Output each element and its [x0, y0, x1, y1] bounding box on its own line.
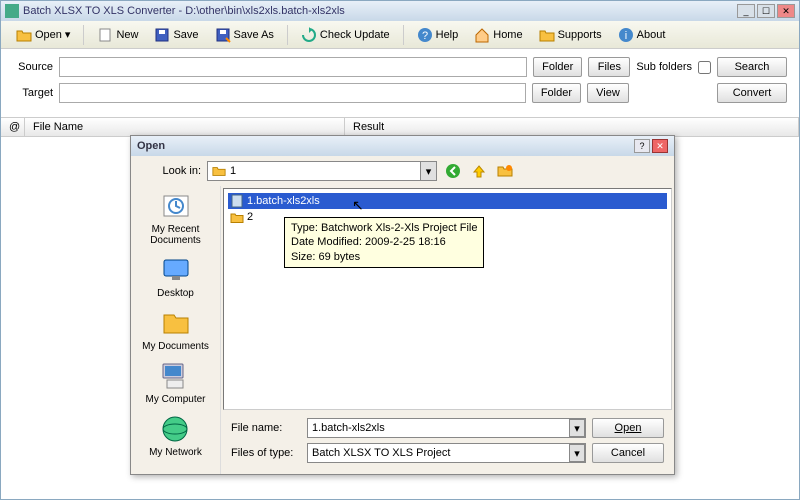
svg-text:i: i: [624, 30, 626, 42]
save-button[interactable]: Save: [147, 23, 205, 47]
title-bar: Batch XLSX TO XLS Converter - D:\other\b…: [1, 1, 799, 21]
recent-icon: [160, 190, 192, 222]
folder-icon: [230, 210, 244, 224]
target-label: Target: [13, 87, 53, 99]
saveas-button[interactable]: Save As: [208, 23, 281, 47]
network-icon: [159, 413, 191, 445]
subfolders-checkbox[interactable]: [698, 61, 711, 74]
app-icon: [5, 4, 19, 18]
source-label: Source: [13, 61, 53, 73]
chevron-down-icon[interactable]: ▾: [420, 162, 436, 180]
file-area: 1.batch-xls2xls 2 ↖ Type: Batchwork Xls-…: [223, 188, 672, 410]
close-button[interactable]: ✕: [777, 4, 795, 18]
separator: [287, 25, 288, 45]
saveas-icon: [215, 27, 231, 43]
window-title: Batch XLSX TO XLS Converter - D:\other\b…: [23, 5, 737, 17]
file-icon: [230, 194, 244, 208]
chevron-down-icon[interactable]: ▾: [569, 419, 585, 437]
home-icon: [474, 27, 490, 43]
filename-label: File name:: [231, 422, 301, 434]
dialog-bottom: File name: 1.batch-xls2xls ▾ Open Files …: [221, 412, 674, 474]
place-desktop[interactable]: Desktop: [157, 254, 194, 299]
maximize-button[interactable]: ☐: [757, 4, 775, 18]
chevron-down-icon: ▾: [65, 28, 71, 41]
convert-button[interactable]: Convert: [717, 83, 787, 103]
help-icon: ?: [417, 27, 433, 43]
chevron-down-icon[interactable]: ▾: [569, 444, 585, 462]
desktop-icon: [160, 254, 192, 286]
target-view-button[interactable]: View: [587, 83, 629, 103]
supports-button[interactable]: Supports: [532, 23, 609, 47]
dialog-cancel-button[interactable]: Cancel: [592, 443, 664, 463]
list-item[interactable]: 1.batch-xls2xls: [228, 193, 667, 209]
place-mynet[interactable]: My Network: [149, 413, 202, 458]
source-input[interactable]: [59, 57, 527, 77]
minimize-button[interactable]: _: [737, 4, 755, 18]
folder-icon: [211, 164, 227, 178]
new-button[interactable]: New: [90, 23, 145, 47]
back-button[interactable]: [443, 161, 463, 181]
refresh-icon: [301, 27, 317, 43]
dialog-title: Open: [137, 140, 634, 152]
list-header: @ File Name Result: [1, 117, 799, 137]
toolbar: Open ▾ New Save Save As Check Update ? H…: [1, 21, 799, 49]
form-area: Source Folder Files Sub folders Search T…: [1, 49, 799, 117]
dialog-close-button[interactable]: ✕: [652, 139, 668, 153]
help-button[interactable]: ? Help: [410, 23, 466, 47]
place-recent[interactable]: My Recent Documents: [131, 190, 220, 246]
save-icon: [154, 27, 170, 43]
col-filename[interactable]: File Name: [25, 118, 345, 136]
lookin-combo[interactable]: 1 ▾: [207, 161, 437, 181]
target-folder-button[interactable]: Folder: [532, 83, 581, 103]
filename-combo[interactable]: 1.batch-xls2xls ▾: [307, 418, 586, 438]
lookin-value: 1: [230, 165, 420, 177]
place-mycomp[interactable]: My Computer: [145, 360, 205, 405]
separator: [403, 25, 404, 45]
search-button[interactable]: Search: [717, 57, 787, 77]
places-bar: My Recent Documents Desktop My Documents…: [131, 186, 221, 474]
dialog-help-button[interactable]: ?: [634, 139, 650, 153]
dialog-title-bar: Open ? ✕: [131, 136, 674, 156]
svg-text:?: ?: [422, 30, 428, 42]
home-button[interactable]: Home: [467, 23, 529, 47]
subfolders-label: Sub folders: [636, 61, 692, 73]
target-input[interactable]: [59, 83, 526, 103]
lookin-label: Look in:: [141, 165, 201, 177]
lookin-row: Look in: 1 ▾: [131, 156, 674, 186]
tooltip: Type: Batchwork Xls-2-Xls Project File D…: [284, 217, 484, 268]
computer-icon: [159, 360, 191, 392]
filetype-label: Files of type:: [231, 447, 301, 459]
check-update-button[interactable]: Check Update: [294, 23, 397, 47]
source-folder-button[interactable]: Folder: [533, 57, 582, 77]
col-result[interactable]: Result: [345, 118, 799, 136]
col-at[interactable]: @: [1, 118, 25, 136]
documents-icon: [160, 307, 192, 339]
folder-open-icon: [16, 27, 32, 43]
separator: [83, 25, 84, 45]
filetype-combo[interactable]: Batch XLSX TO XLS Project ▾: [307, 443, 586, 463]
folder-icon: [539, 27, 555, 43]
new-folder-button[interactable]: [495, 161, 515, 181]
about-button[interactable]: i About: [611, 23, 673, 47]
open-button[interactable]: Open ▾: [9, 23, 77, 47]
new-icon: [97, 27, 113, 43]
source-files-button[interactable]: Files: [588, 57, 630, 77]
dialog-open-button[interactable]: Open: [592, 418, 664, 438]
open-dialog: Open ? ✕ Look in: 1 ▾ My Recent Document…: [130, 135, 675, 475]
up-button[interactable]: [469, 161, 489, 181]
info-icon: i: [618, 27, 634, 43]
place-mydocs[interactable]: My Documents: [142, 307, 209, 352]
